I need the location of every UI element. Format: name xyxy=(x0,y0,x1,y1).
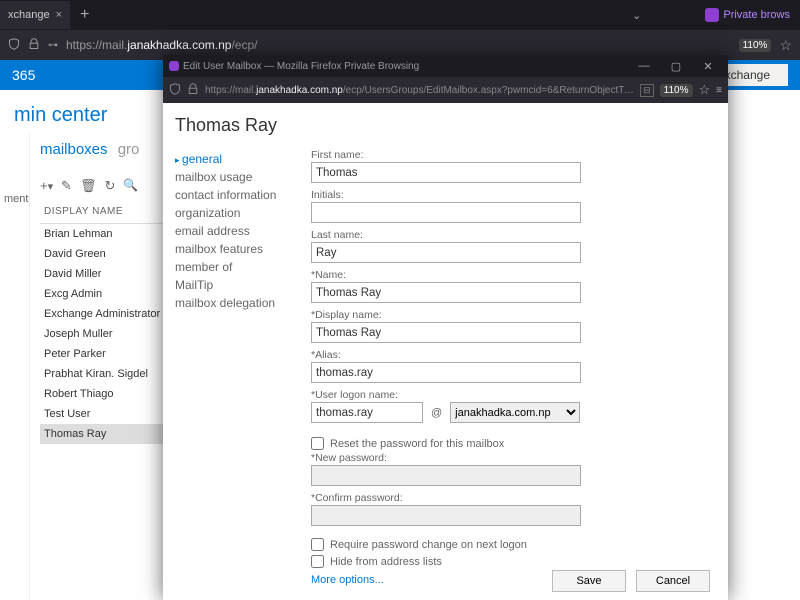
shield-icon[interactable] xyxy=(169,83,181,98)
url-display[interactable]: https://mail.janakhadka.com.np/ecp/ xyxy=(66,38,731,52)
save-button[interactable]: Save xyxy=(552,570,626,592)
confirm-password-label: *Confirm password: xyxy=(311,492,708,505)
edit-mailbox-popup: Edit User Mailbox — Mozilla Firefox Priv… xyxy=(163,55,728,600)
require-change-checkbox[interactable] xyxy=(311,538,324,551)
private-browsing-label: Private brows xyxy=(723,9,790,21)
popup-body: Thomas Ray generalmailbox usagecontact i… xyxy=(163,103,728,600)
private-mask-icon xyxy=(705,8,719,22)
sidebar-item-MailTip[interactable]: MailTip xyxy=(175,276,293,294)
subnav-mailboxes[interactable]: mailboxes xyxy=(40,141,108,158)
key-icon[interactable]: ⊶ xyxy=(48,40,58,51)
last-name-input[interactable] xyxy=(311,242,581,263)
bookmark-star-icon[interactable]: ☆ xyxy=(779,37,792,54)
edit-icon[interactable]: ✎ xyxy=(61,178,72,194)
sidebar-item-organization[interactable]: organization xyxy=(175,204,293,222)
window-minimize-icon[interactable]: — xyxy=(630,60,658,72)
lock-icon[interactable] xyxy=(28,38,40,53)
popup-titlebar[interactable]: Edit User Mailbox — Mozilla Firefox Priv… xyxy=(163,55,728,77)
sidebar-item-mailbox-usage[interactable]: mailbox usage xyxy=(175,168,293,186)
new-password-label: *New password: xyxy=(311,452,708,465)
popup-window-title: Edit User Mailbox — Mozilla Firefox Priv… xyxy=(183,61,419,72)
window-maximize-icon[interactable]: ▢ xyxy=(662,60,690,73)
reset-password-checkbox[interactable] xyxy=(311,437,324,450)
initials-input[interactable] xyxy=(311,202,581,223)
nav-item[interactable]: ment xyxy=(0,133,29,205)
browser-tab[interactable]: xchange × xyxy=(0,1,70,29)
first-name-label: First name: xyxy=(311,149,708,162)
popup-footer: Save Cancel xyxy=(552,570,710,592)
window-close-icon[interactable]: ✕ xyxy=(694,60,722,73)
sidebar-item-contact-information[interactable]: contact information xyxy=(175,186,293,204)
general-form: First name: Initials: Last name: *Name: … xyxy=(299,103,728,600)
chevron-down-icon[interactable]: ⌄ xyxy=(632,9,701,22)
sidebar-item-mailbox-delegation[interactable]: mailbox delegation xyxy=(175,294,293,312)
require-change-label: Require password change on next logon xyxy=(330,539,527,551)
name-label: *Name: xyxy=(311,269,708,282)
sidebar-item-email-address[interactable]: email address xyxy=(175,222,293,240)
display-name-label: *Display name: xyxy=(311,309,708,322)
reset-password-label: Reset the password for this mailbox xyxy=(330,438,504,450)
new-tab-button[interactable]: + xyxy=(70,6,99,24)
last-name-label: Last name: xyxy=(311,229,708,242)
popup-title: Thomas Ray xyxy=(175,115,293,150)
hide-from-lists-label: Hide from address lists xyxy=(330,556,442,568)
at-symbol: @ xyxy=(431,407,442,419)
close-tab-icon[interactable]: × xyxy=(56,9,62,21)
reader-icon[interactable]: ⊟ xyxy=(640,84,654,97)
name-input[interactable] xyxy=(311,282,581,303)
hide-from-lists-checkbox[interactable] xyxy=(311,555,324,568)
popup-address-bar: https://mail.janakhadka.com.np/ecp/Users… xyxy=(163,77,728,103)
refresh-icon[interactable]: ↻ xyxy=(104,178,115,194)
search-icon[interactable]: 🔍 xyxy=(123,178,138,194)
add-icon[interactable]: +▾ xyxy=(40,178,53,194)
tab-bar: xchange × + ⌄ Private brows xyxy=(0,0,800,30)
first-name-input[interactable] xyxy=(311,162,581,183)
logon-domain-select[interactable]: janakhadka.com.np xyxy=(450,402,580,423)
shield-icon[interactable] xyxy=(8,38,20,53)
new-password-input xyxy=(311,465,581,486)
private-mask-icon xyxy=(169,61,179,71)
popup-zoom-badge[interactable]: 110% xyxy=(660,84,693,97)
display-name-input[interactable] xyxy=(311,322,581,343)
sidebar-item-general[interactable]: general xyxy=(175,150,293,168)
tab-title: xchange xyxy=(8,9,50,21)
zoom-badge[interactable]: 110% xyxy=(739,39,772,52)
hamburger-menu-icon[interactable]: ≡ xyxy=(716,85,722,96)
delete-icon[interactable]: 🗑 xyxy=(80,178,97,194)
initials-label: Initials: xyxy=(311,189,708,202)
sidebar-item-mailbox-features[interactable]: mailbox features xyxy=(175,240,293,258)
bookmark-star-icon[interactable]: ☆ xyxy=(699,82,711,98)
cancel-button[interactable]: Cancel xyxy=(636,570,710,592)
sidebar-item-member-of[interactable]: member of xyxy=(175,258,293,276)
alias-label: *Alias: xyxy=(311,349,708,362)
popup-url[interactable]: https://mail.janakhadka.com.np/ecp/Users… xyxy=(205,85,634,96)
subnav-groups[interactable]: gro xyxy=(118,141,140,158)
logon-label: *User logon name: xyxy=(311,389,708,402)
popup-sidebar: Thomas Ray generalmailbox usagecontact i… xyxy=(163,103,299,600)
confirm-password-input xyxy=(311,505,581,526)
left-nav: ment xyxy=(0,133,30,600)
logon-input[interactable] xyxy=(311,402,423,423)
app-label: 365 xyxy=(12,67,35,83)
alias-input[interactable] xyxy=(311,362,581,383)
lock-icon[interactable] xyxy=(187,83,199,98)
